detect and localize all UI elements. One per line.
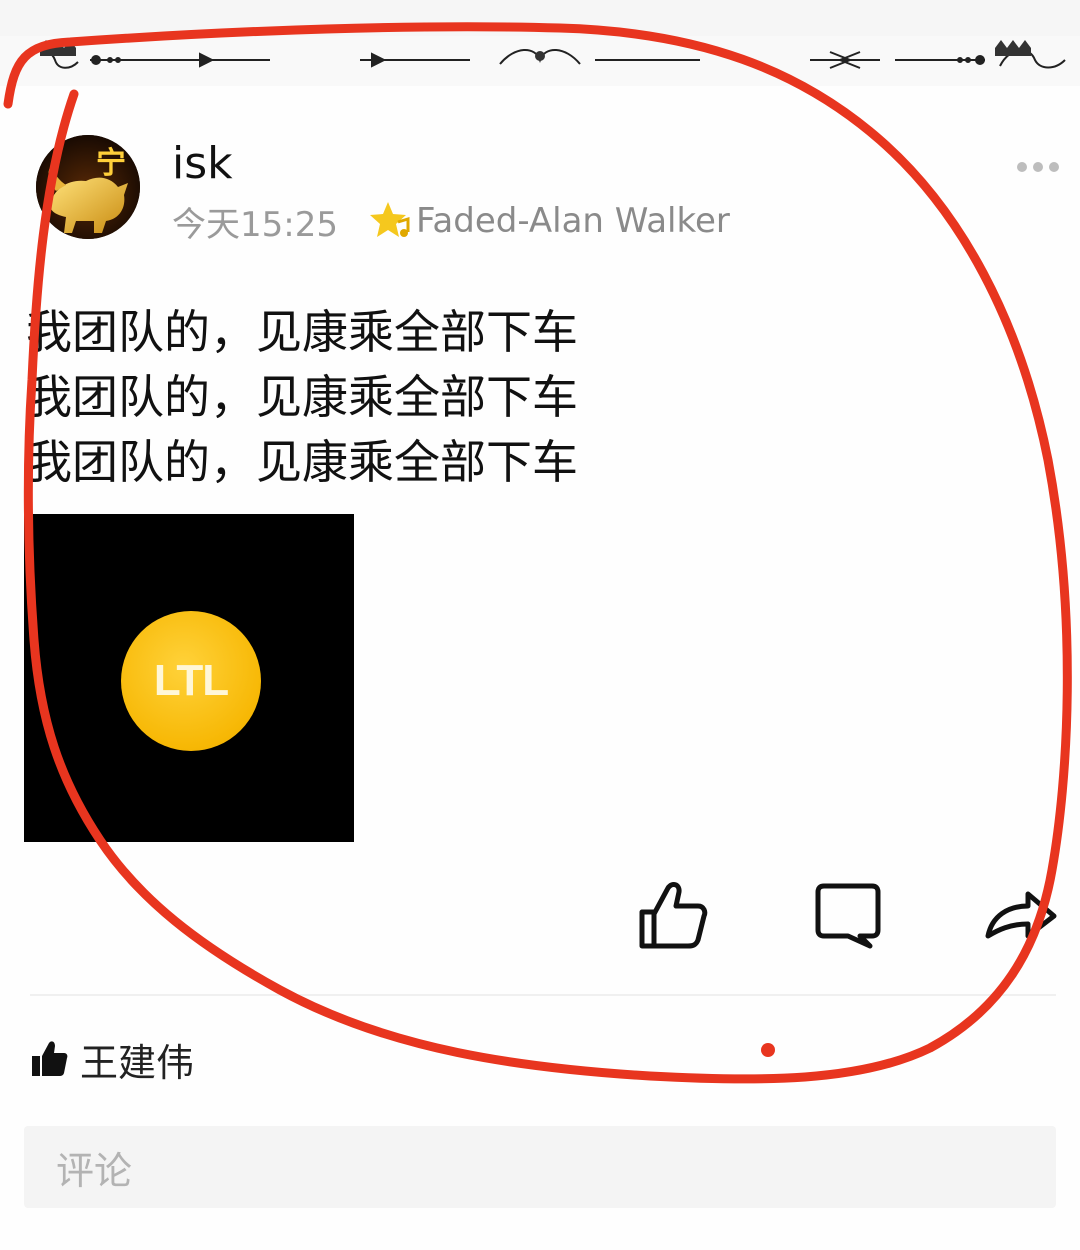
music-tag[interactable]: Faded-Alan Walker: [368, 198, 730, 244]
avatar[interactable]: 宁: [36, 135, 140, 239]
post-line: 我团队的，见康乘全部下车: [26, 305, 578, 359]
share-arrow-icon: [985, 891, 1057, 939]
comment-input[interactable]: 评论: [24, 1126, 1056, 1208]
liker-name[interactable]: 王建伟: [80, 1032, 194, 1087]
divider: [30, 994, 1056, 996]
share-button[interactable]: [982, 876, 1062, 956]
like-button[interactable]: [632, 876, 712, 956]
post-meta: 今天15:25 Faded-Alan Walker: [172, 196, 730, 246]
thumbs-up-icon: [639, 882, 708, 949]
comment-button[interactable]: [808, 876, 888, 956]
author-name[interactable]: isk: [172, 138, 233, 190]
star-music-icon: [369, 202, 410, 237]
post-text: 我团队的，见康乘全部下车 我团队的，见康乘全部下车 我团队的，见康乘全部下车: [26, 300, 926, 495]
ornament-banner: [0, 36, 1080, 86]
more-dots-icon[interactable]: [1016, 152, 1060, 182]
thumbs-up-filled-icon: [32, 1041, 68, 1076]
top-strip: [0, 0, 1080, 36]
post-image[interactable]: LTL: [24, 514, 354, 842]
comment-placeholder: 评论: [56, 1148, 133, 1193]
avatar-glyph: 宁: [96, 146, 126, 181]
comment-bubble-icon: [815, 883, 881, 949]
post-time: 今天15:25: [172, 204, 338, 245]
moments-post-screen: 宁 isk 今天15:25 Faded-Alan Walker 我团队的，见康乘…: [0, 0, 1080, 1250]
post-line: 我团队的，见康乘全部下车: [26, 370, 578, 424]
post-line: 我团队的，见康乘全部下车: [26, 435, 578, 489]
ltl-logo: LTL: [121, 611, 261, 751]
ltl-logo-text: LTL: [153, 656, 229, 705]
music-title: Faded-Alan Walker: [415, 201, 730, 241]
likes-row: 王建伟: [30, 1032, 194, 1087]
